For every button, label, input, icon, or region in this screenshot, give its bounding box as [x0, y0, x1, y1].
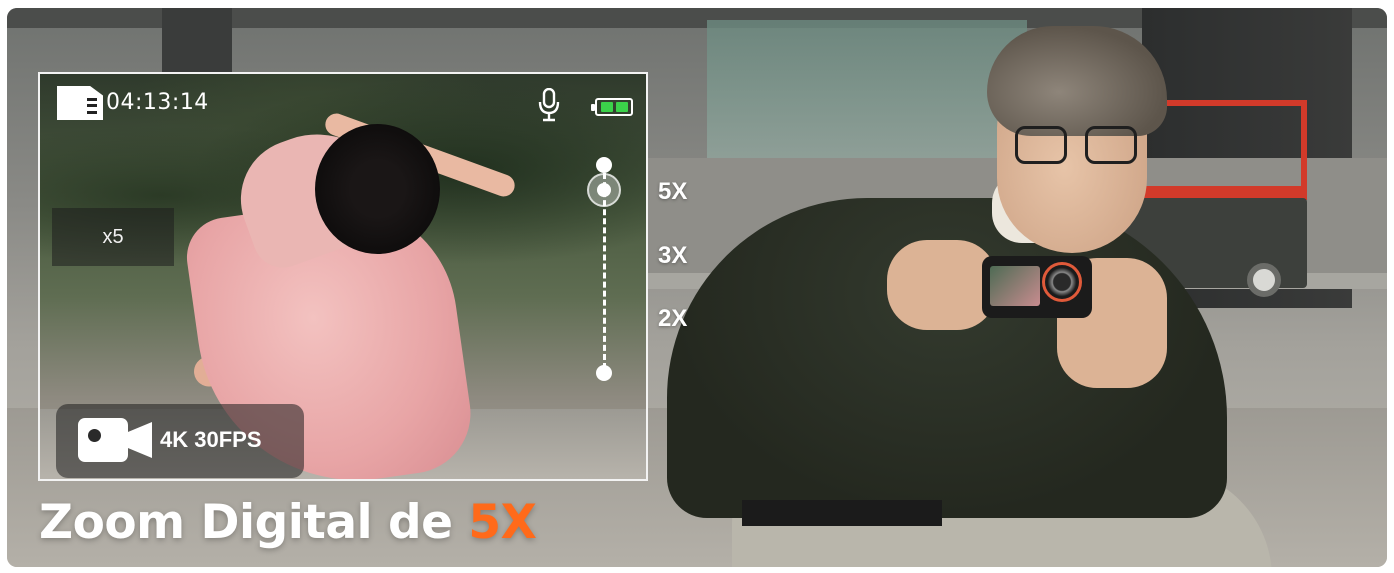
zoom-indicator-box: x5: [52, 208, 174, 266]
background-wheel: [1247, 263, 1281, 297]
zoom-slider-thumb[interactable]: [587, 173, 621, 207]
video-mode-box: 4K 30FPS: [56, 404, 304, 478]
headline-text: Zoom Digital de: [39, 495, 469, 550]
sd-card-icon: [57, 86, 103, 120]
headline-accent: 5X: [468, 495, 537, 550]
action-camera: [982, 256, 1092, 318]
zoom-level-2x: 2X: [658, 305, 688, 332]
battery-cell: [601, 102, 613, 112]
background-building: [707, 20, 1027, 170]
zoom-slider-bottom-end: [596, 365, 612, 381]
recording-time: 04:13:14: [106, 90, 209, 115]
battery-icon: [591, 98, 633, 116]
zoom-level-5x: 5X: [658, 178, 688, 205]
person-hair: [987, 26, 1167, 136]
zoom-level-3x: 3X: [658, 242, 688, 269]
person-hand-left: [887, 240, 997, 330]
microphone-icon: [538, 88, 560, 122]
person-glasses: [1015, 126, 1145, 166]
promo-banner: 04:13:14 x5 4K 30FPS 5X 3X 2X Zoom Digit…: [7, 8, 1387, 567]
action-camera-lens: [1042, 262, 1082, 302]
zoom-slider-top-end: [596, 157, 612, 173]
dancer-hair: [315, 124, 440, 254]
viewfinder-preview: 04:13:14 x5 4K 30FPS: [38, 72, 648, 481]
video-camera-icon: [78, 418, 152, 462]
zoom-slider[interactable]: [580, 154, 630, 384]
headline: Zoom Digital de 5X: [39, 495, 537, 550]
action-camera-screen: [990, 266, 1040, 306]
battery-cell: [616, 102, 628, 112]
person-belt: [742, 500, 942, 526]
video-mode-label: 4K 30FPS: [160, 427, 262, 452]
zoom-indicator: x5: [102, 225, 124, 248]
